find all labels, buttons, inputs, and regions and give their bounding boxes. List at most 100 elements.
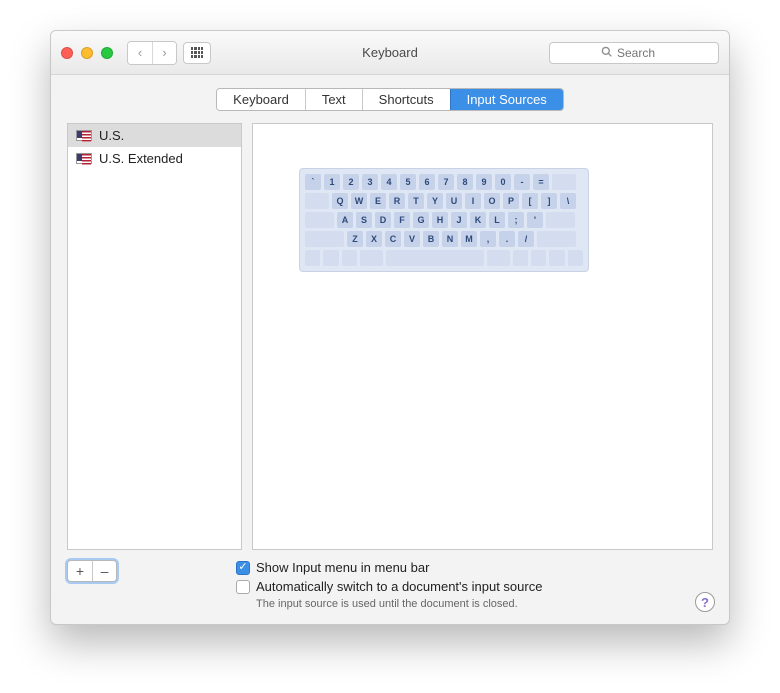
key-arrow-left [531,250,546,266]
key-capslock [305,212,334,228]
key: 5 [400,174,416,190]
minimize-icon[interactable] [81,47,93,59]
add-source-button[interactable]: + [68,561,92,581]
window-controls [61,47,113,59]
key: N [442,231,458,247]
key-command-right [487,250,510,266]
key: Q [332,193,348,209]
key-arrow-right [568,250,583,266]
key: A [337,212,353,228]
key: 4 [381,174,397,190]
key: ] [541,193,557,209]
key: F [394,212,410,228]
key-option-left [342,250,357,266]
flag-us-extended-icon: u [76,153,92,164]
auto-switch-hint: The input source is used until the docum… [256,598,713,610]
key: P [503,193,519,209]
key: Y [427,193,443,209]
search-input[interactable] [617,46,667,60]
list-item[interactable]: U.S. [68,124,241,147]
key: ; [508,212,524,228]
input-source-label: U.S. [99,128,124,143]
flag-us-icon [76,130,92,141]
tab-text[interactable]: Text [305,89,362,110]
key: W [351,193,367,209]
keyboard-layout: ` 1 2 3 4 5 6 7 8 9 0 - = [299,168,589,272]
key: , [480,231,496,247]
options-section: Show Input menu in menu bar Automaticall… [236,560,713,610]
key: = [533,174,549,190]
back-button[interactable]: ‹ [128,42,152,64]
key: X [366,231,382,247]
remove-source-button[interactable]: – [92,561,116,581]
key: 1 [324,174,340,190]
nav-buttons: ‹ › [127,41,177,65]
key-arrow-up-down [549,250,564,266]
keyboard-preferences-window: ‹ › Keyboard Keyboard Text Shortcuts Inp… [50,30,730,625]
help-button[interactable]: ? [695,592,715,612]
key: S [356,212,372,228]
key: - [514,174,530,190]
key: ` [305,174,321,190]
key-command-left [360,250,383,266]
key: H [432,212,448,228]
key: G [413,212,429,228]
forward-button[interactable]: › [152,42,176,64]
tab-bar: Keyboard Text Shortcuts Input Sources [51,88,729,111]
key-space [386,250,484,266]
tab-input-sources[interactable]: Input Sources [450,89,563,110]
input-source-list[interactable]: U.S. u U.S. Extended [67,123,242,550]
key: B [423,231,439,247]
key: K [470,212,486,228]
tab-keyboard[interactable]: Keyboard [217,89,305,110]
key-shift-right [537,231,576,247]
auto-switch-checkbox[interactable] [236,580,250,594]
key: U [446,193,462,209]
show-input-menu-label: Show Input menu in menu bar [256,560,429,575]
key-return [546,212,575,228]
show-all-button[interactable] [183,42,211,64]
key: R [389,193,405,209]
key: 7 [438,174,454,190]
key: 3 [362,174,378,190]
add-remove-buttons: + – [67,560,117,582]
key: T [408,193,424,209]
key: E [370,193,386,209]
search-field[interactable] [549,42,719,64]
key-shift-left [305,231,344,247]
close-icon[interactable] [61,47,73,59]
key-tab [305,193,329,209]
search-icon [601,46,612,60]
zoom-icon[interactable] [101,47,113,59]
key: / [518,231,534,247]
grid-icon [191,47,203,59]
key: [ [522,193,538,209]
key: 2 [343,174,359,190]
key-control [323,250,338,266]
key-backspace [552,174,576,190]
tab-shortcuts[interactable]: Shortcuts [362,89,450,110]
titlebar: ‹ › Keyboard [51,31,729,75]
key: O [484,193,500,209]
key: I [465,193,481,209]
key-fn [305,250,320,266]
key: Z [347,231,363,247]
key: . [499,231,515,247]
list-item[interactable]: u U.S. Extended [68,147,241,170]
auto-switch-label: Automatically switch to a document's inp… [256,579,542,594]
show-input-menu-checkbox[interactable] [236,561,250,575]
key: C [385,231,401,247]
key: 8 [457,174,473,190]
key: 0 [495,174,511,190]
input-source-label: U.S. Extended [99,151,183,166]
key: V [404,231,420,247]
key: \ [560,193,576,209]
key: M [461,231,477,247]
key: 6 [419,174,435,190]
key: D [375,212,391,228]
key: L [489,212,505,228]
key-option-right [513,250,528,266]
key: ' [527,212,543,228]
key: J [451,212,467,228]
keyboard-preview: ` 1 2 3 4 5 6 7 8 9 0 - = [252,123,713,550]
